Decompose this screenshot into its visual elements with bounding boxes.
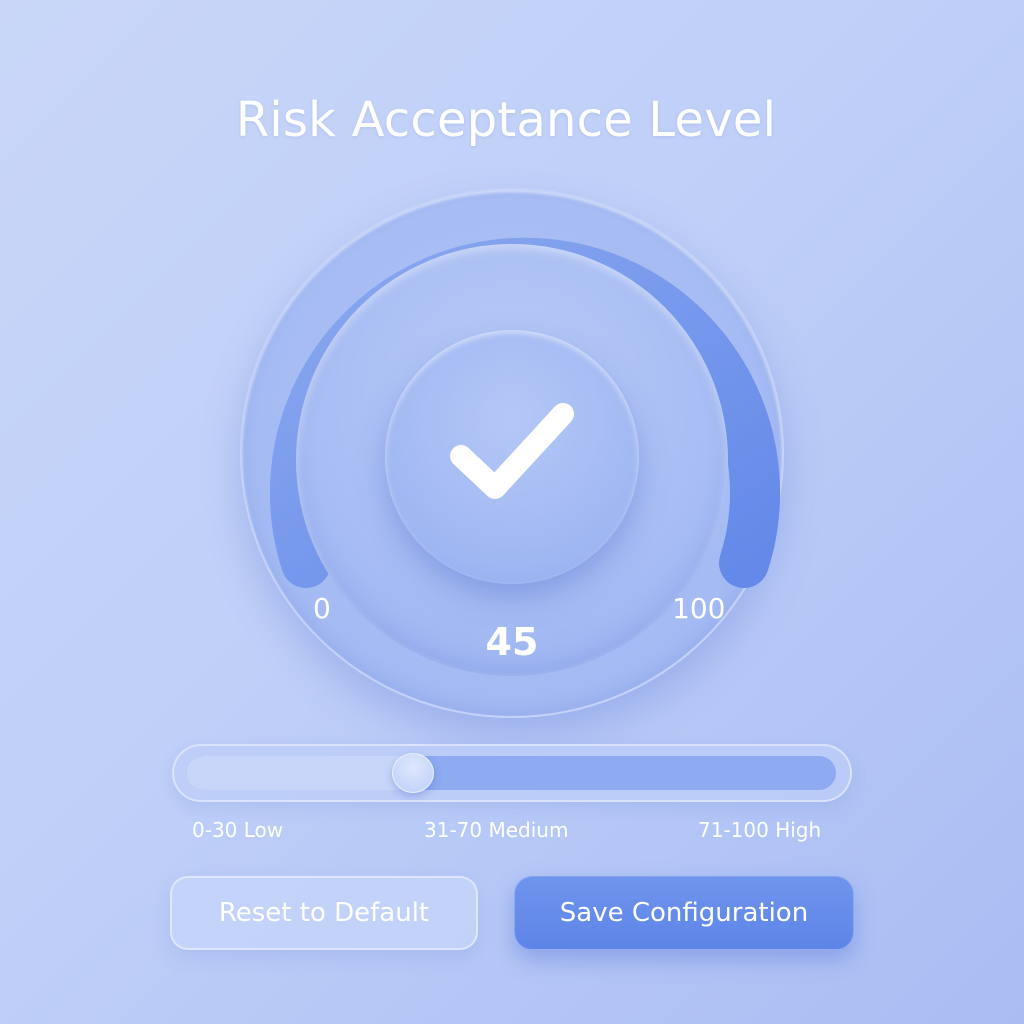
slider-fill [186, 756, 413, 790]
save-configuration-button[interactable]: Save Configuration [514, 876, 854, 950]
range-label-low: 0-30 Low [192, 818, 284, 842]
range-label-high: 71-100 High [698, 818, 822, 842]
page-title: Risk Acceptance Level [235, 92, 777, 148]
dial-value: 45 [485, 620, 539, 664]
slider-track[interactable] [186, 756, 836, 790]
dial-knob[interactable] [385, 330, 639, 584]
reset-to-default-button[interactable]: Reset to Default [170, 876, 478, 950]
dial-min-label: 0 [313, 592, 331, 625]
dial-max-label: 100 [672, 592, 726, 625]
slider-thumb[interactable] [392, 753, 434, 793]
checkmark-icon [450, 403, 574, 499]
range-label-medium: 31-70 Medium [424, 818, 569, 842]
